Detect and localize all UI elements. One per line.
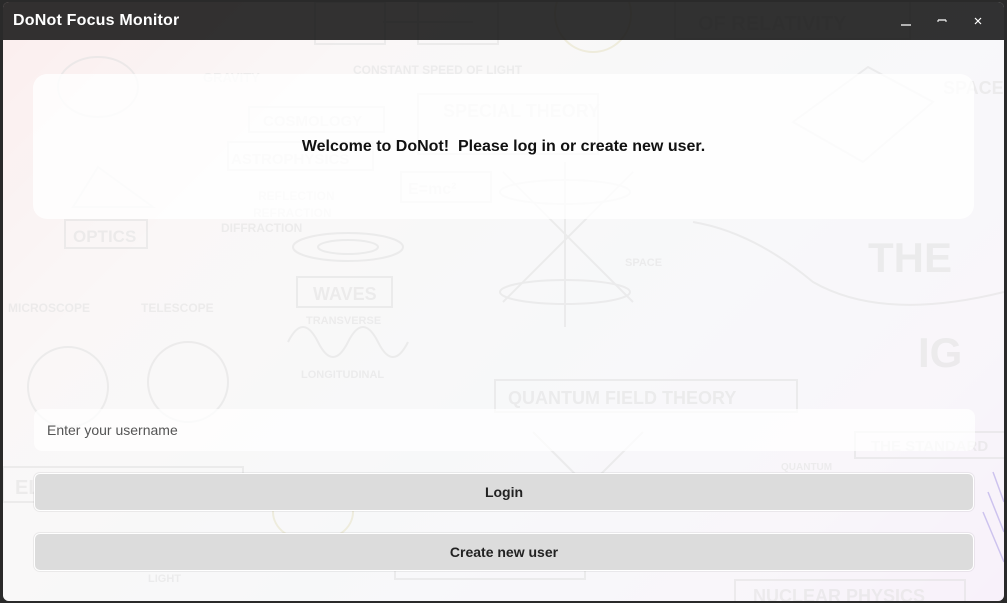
window-title: DoNot Focus Monitor bbox=[13, 12, 180, 29]
app-window: GRAVITY CONSTANT SPEED OF LIGHT OF RELAT… bbox=[3, 2, 1004, 601]
maximize-button[interactable] bbox=[924, 2, 960, 40]
login-button-label: Login bbox=[484, 484, 524, 500]
close-button[interactable] bbox=[960, 2, 996, 40]
title-bar[interactable]: DoNot Focus Monitor bbox=[3, 2, 1004, 40]
create-user-button-label: Create new user bbox=[449, 544, 559, 560]
create-user-button[interactable]: Create new user bbox=[34, 533, 974, 571]
login-panel: Welcome to DoNot! Please log in or creat… bbox=[3, 40, 1004, 601]
maximize-icon bbox=[937, 19, 947, 22]
minimize-icon bbox=[901, 24, 911, 26]
close-icon bbox=[974, 17, 982, 25]
welcome-message: Welcome to DoNot! Please log in or creat… bbox=[301, 137, 706, 155]
minimize-button[interactable] bbox=[888, 2, 924, 40]
welcome-card: Welcome to DoNot! Please log in or creat… bbox=[33, 74, 974, 219]
username-input[interactable] bbox=[34, 409, 975, 451]
login-button[interactable]: Login bbox=[34, 473, 974, 511]
